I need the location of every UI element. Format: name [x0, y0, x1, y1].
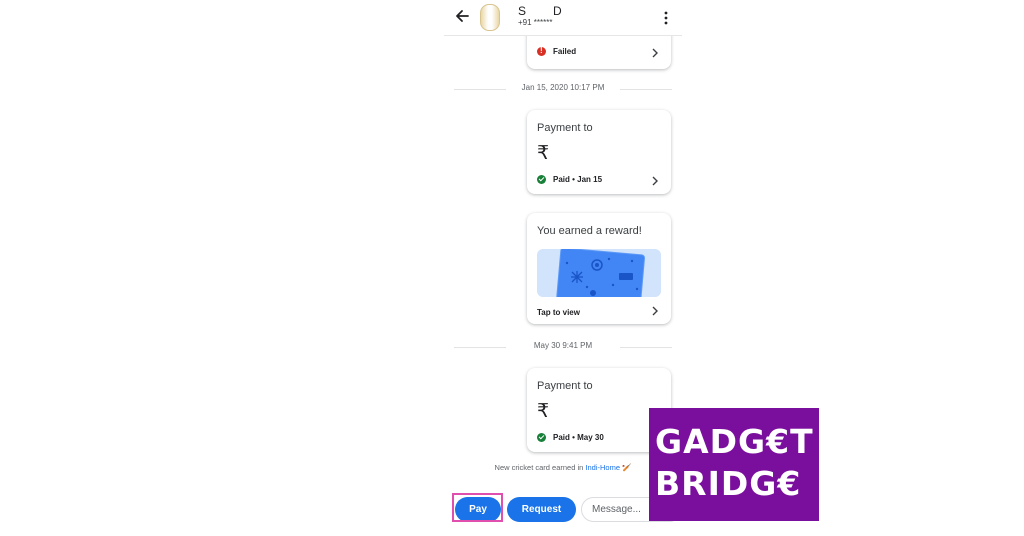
status-text: Paid • Jan 15 [553, 175, 603, 184]
check-circle-icon [537, 433, 546, 442]
gadget-bridge-logo: GADG€T BRIDG€ [649, 408, 819, 521]
status-row: Paid • May 30 [537, 433, 604, 442]
app-bar: S D +91 ****** [444, 0, 682, 36]
tap-to-view-link: Tap to view [537, 308, 580, 317]
card-title: Payment to [537, 380, 593, 392]
reward-image [537, 249, 661, 297]
logo-line-1: GADG€T [655, 422, 814, 461]
pay-button-highlight [452, 493, 503, 522]
indi-home-link[interactable]: Indi-Home [585, 463, 620, 472]
chevron-right-icon [652, 176, 658, 186]
status-row: Failed [537, 46, 577, 56]
earned-note: New cricket card earned in Indi-Home 🏏 [494, 463, 632, 472]
request-button[interactable]: Request [507, 497, 576, 522]
more-vert-icon[interactable] [662, 10, 670, 26]
status-text: Failed [553, 47, 577, 56]
date-separator: Jan 15, 2020 10:17 PM [454, 83, 672, 95]
contact-name: S D [518, 4, 563, 18]
contact-phone: +91 ****** [518, 18, 553, 27]
card-title: Payment to [537, 122, 593, 134]
amount: ₹ [537, 143, 550, 164]
date-text: Jan 15, 2020 10:17 PM [521, 83, 605, 92]
payment-card[interactable]: Payment to ₹ Paid • Jan 15 [527, 110, 671, 194]
check-circle-icon [537, 175, 546, 184]
back-arrow-icon[interactable] [455, 9, 469, 23]
logo-line-2: BRIDG€ [655, 464, 802, 503]
error-icon [537, 46, 546, 56]
cricket-icon: 🏏 [622, 463, 632, 472]
chevron-right-icon [652, 48, 658, 58]
status-row: Paid • Jan 15 [537, 175, 602, 184]
reward-card[interactable]: You earned a reward! Tap to view [527, 213, 671, 324]
date-separator: May 30 9:41 PM [454, 341, 672, 353]
status-text: Paid • May 30 [553, 433, 604, 442]
chat-screen: S D +91 ****** Failed Jan 15, 2020 10:17… [444, 0, 682, 536]
date-text: May 30 9:41 PM [533, 341, 593, 350]
chevron-right-icon [652, 306, 658, 316]
avatar[interactable] [480, 4, 500, 31]
amount: ₹ [537, 401, 550, 422]
reward-title: You earned a reward! [537, 225, 642, 237]
